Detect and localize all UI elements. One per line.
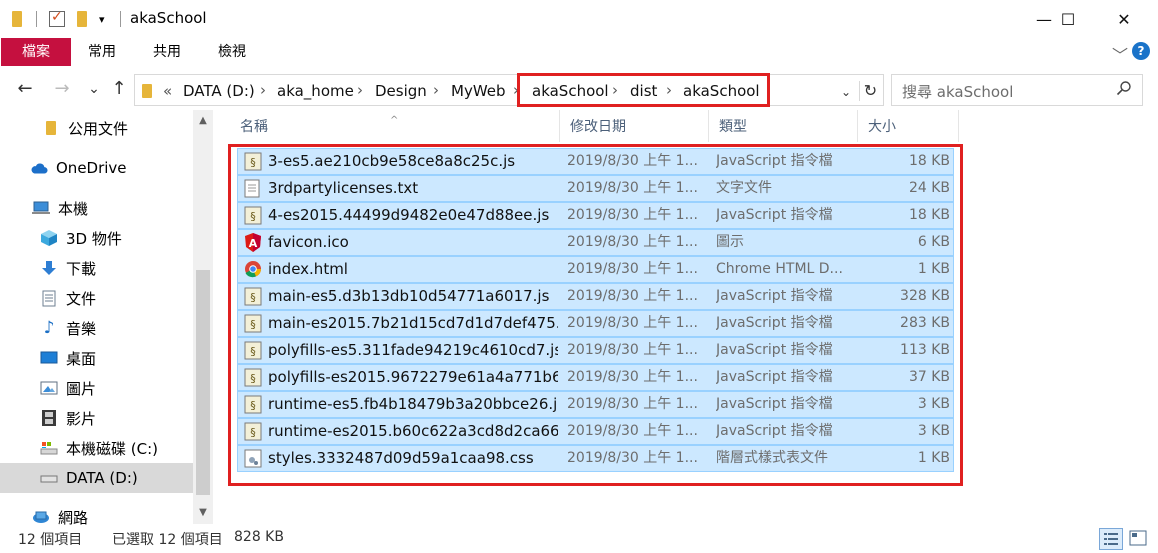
column-header-date[interactable]: 修改日期 xyxy=(560,110,709,142)
desktop-icon xyxy=(40,350,58,366)
tab-home[interactable]: 常用 xyxy=(88,38,116,66)
file-list-highlight-box xyxy=(228,144,963,486)
help-icon[interactable]: ? xyxy=(1132,42,1150,60)
nav-item-label: 下載 xyxy=(66,259,97,278)
scrollbar-thumb[interactable] xyxy=(196,270,210,495)
status-bar: 12 個項目 已選取 12 個項目 828 KB xyxy=(0,524,1158,553)
drive-icon xyxy=(40,440,58,456)
breadcrumb-design[interactable]: Design xyxy=(375,82,427,100)
forward-button[interactable]: → xyxy=(51,78,73,100)
tab-share[interactable]: 共用 xyxy=(153,38,181,66)
quick-access-dropdown-icon[interactable]: ▾ xyxy=(99,10,105,28)
recent-locations-button[interactable]: ⌄ xyxy=(83,78,105,100)
search-input[interactable]: 搜尋 akaSchool xyxy=(891,74,1143,106)
nav-item-label: 本機磁碟 (C:) xyxy=(66,439,158,458)
ribbon-collapse-icon[interactable]: ﹀ xyxy=(1112,42,1128,66)
nav-item-label: 本機 xyxy=(58,199,89,218)
details-view-button[interactable] xyxy=(1099,528,1123,550)
nav-item-public-documents[interactable]: 公用文件 xyxy=(0,113,193,143)
network-icon xyxy=(32,509,50,525)
close-button[interactable]: ✕ xyxy=(1101,0,1147,38)
ribbon: 檔案 常用 共用 檢視 ﹀ ? xyxy=(0,38,1158,66)
column-header-row: 名稱 ^ 修改日期 類型 大小 xyxy=(230,110,960,142)
column-header-label: 名稱 xyxy=(240,119,268,135)
folder-icon xyxy=(42,120,60,136)
nav-item-documents[interactable]: 文件 xyxy=(0,283,193,313)
download-icon xyxy=(40,260,58,276)
nav-item-videos[interactable]: 影片 xyxy=(0,403,193,433)
chevron-right-icon[interactable]: › xyxy=(433,81,439,99)
folder-icon xyxy=(142,84,152,98)
new-folder-icon[interactable] xyxy=(77,10,87,28)
column-header-size[interactable]: 大小 xyxy=(858,110,959,142)
nav-item-music[interactable]: ♪ 音樂 xyxy=(0,313,193,343)
address-dropdown-icon[interactable]: ⌄ xyxy=(841,85,851,99)
sort-ascending-icon: ^ xyxy=(390,115,399,126)
drive-icon xyxy=(40,470,58,486)
video-icon xyxy=(40,410,58,426)
nav-item-label: 桌面 xyxy=(66,349,97,368)
nav-item-label: 影片 xyxy=(66,409,97,428)
nav-item-label: 文件 xyxy=(66,289,97,308)
folder-icon xyxy=(12,10,22,28)
chevron-right-icon[interactable]: › xyxy=(260,81,266,99)
nav-item-3d-objects[interactable]: 3D 物件 xyxy=(0,223,193,253)
properties-icon[interactable] xyxy=(49,9,65,28)
large-icons-view-icon xyxy=(1129,530,1147,546)
breadcrumb-aka-home[interactable]: aka_home xyxy=(277,82,354,100)
address-highlight-box xyxy=(517,73,770,107)
cloud-icon xyxy=(30,160,48,176)
navigation-pane: 公用文件 OneDrive 本機 3D 物件 下載 文件 ♪ 音樂 桌面 圖片 … xyxy=(0,110,214,527)
nav-item-label: 圖片 xyxy=(66,379,97,398)
pictures-icon xyxy=(40,380,58,396)
separator xyxy=(120,10,121,28)
breadcrumb-myweb[interactable]: MyWeb xyxy=(451,82,506,100)
scroll-up-icon[interactable]: ▲ xyxy=(193,112,213,130)
up-button[interactable]: ↑ xyxy=(108,78,130,100)
selected-count: 已選取 12 個項目 xyxy=(112,532,223,548)
cube-icon xyxy=(40,230,58,246)
nav-item-label: DATA (D:) xyxy=(66,469,138,487)
breadcrumb-overflow[interactable]: « xyxy=(163,82,172,100)
details-view-icon xyxy=(1104,533,1118,545)
tab-file[interactable]: 檔案 xyxy=(1,38,71,66)
nav-item-data-drive[interactable]: DATA (D:) xyxy=(0,463,193,493)
search-icon[interactable] xyxy=(1116,80,1132,100)
breadcrumb-data-drive[interactable]: DATA (D:) xyxy=(183,82,255,100)
scroll-down-icon[interactable]: ▼ xyxy=(193,504,213,522)
nav-item-label: 3D 物件 xyxy=(66,229,122,248)
nav-item-label: 公用文件 xyxy=(68,119,129,138)
nav-item-label: OneDrive xyxy=(56,159,127,177)
document-icon xyxy=(40,290,58,306)
nav-scrollbar[interactable]: ▲ ▼ xyxy=(193,110,213,524)
separator xyxy=(36,10,37,28)
address-bar[interactable]: « DATA (D:) › aka_home › Design › MyWeb … xyxy=(134,74,884,106)
back-button[interactable]: ← xyxy=(14,78,36,100)
nav-item-label: 音樂 xyxy=(66,319,97,338)
maximize-button[interactable]: ☐ xyxy=(1045,0,1091,38)
column-header-name[interactable]: 名稱 ^ xyxy=(230,110,560,142)
nav-item-downloads[interactable]: 下載 xyxy=(0,253,193,283)
item-count: 12 個項目 xyxy=(18,532,83,548)
computer-icon xyxy=(32,200,50,216)
refresh-icon[interactable]: ↻ xyxy=(859,81,881,101)
nav-item-this-pc[interactable]: 本機 xyxy=(0,193,193,223)
tab-view[interactable]: 檢視 xyxy=(218,38,246,66)
window-title: akaSchool xyxy=(130,9,207,27)
nav-item-pictures[interactable]: 圖片 xyxy=(0,373,193,403)
chevron-right-icon[interactable]: › xyxy=(357,81,363,99)
column-header-type[interactable]: 類型 xyxy=(709,110,858,142)
title-bar: ▾ akaSchool — ☐ ✕ xyxy=(0,0,1158,38)
music-icon: ♪ xyxy=(43,318,55,338)
nav-item-onedrive[interactable]: OneDrive xyxy=(0,153,193,183)
nav-item-desktop[interactable]: 桌面 xyxy=(0,343,193,373)
search-placeholder: 搜尋 akaSchool xyxy=(902,83,1014,101)
nav-item-drive-c[interactable]: 本機磁碟 (C:) xyxy=(0,433,193,463)
large-icons-view-button[interactable] xyxy=(1127,528,1151,550)
selected-size: 828 KB xyxy=(234,529,284,545)
